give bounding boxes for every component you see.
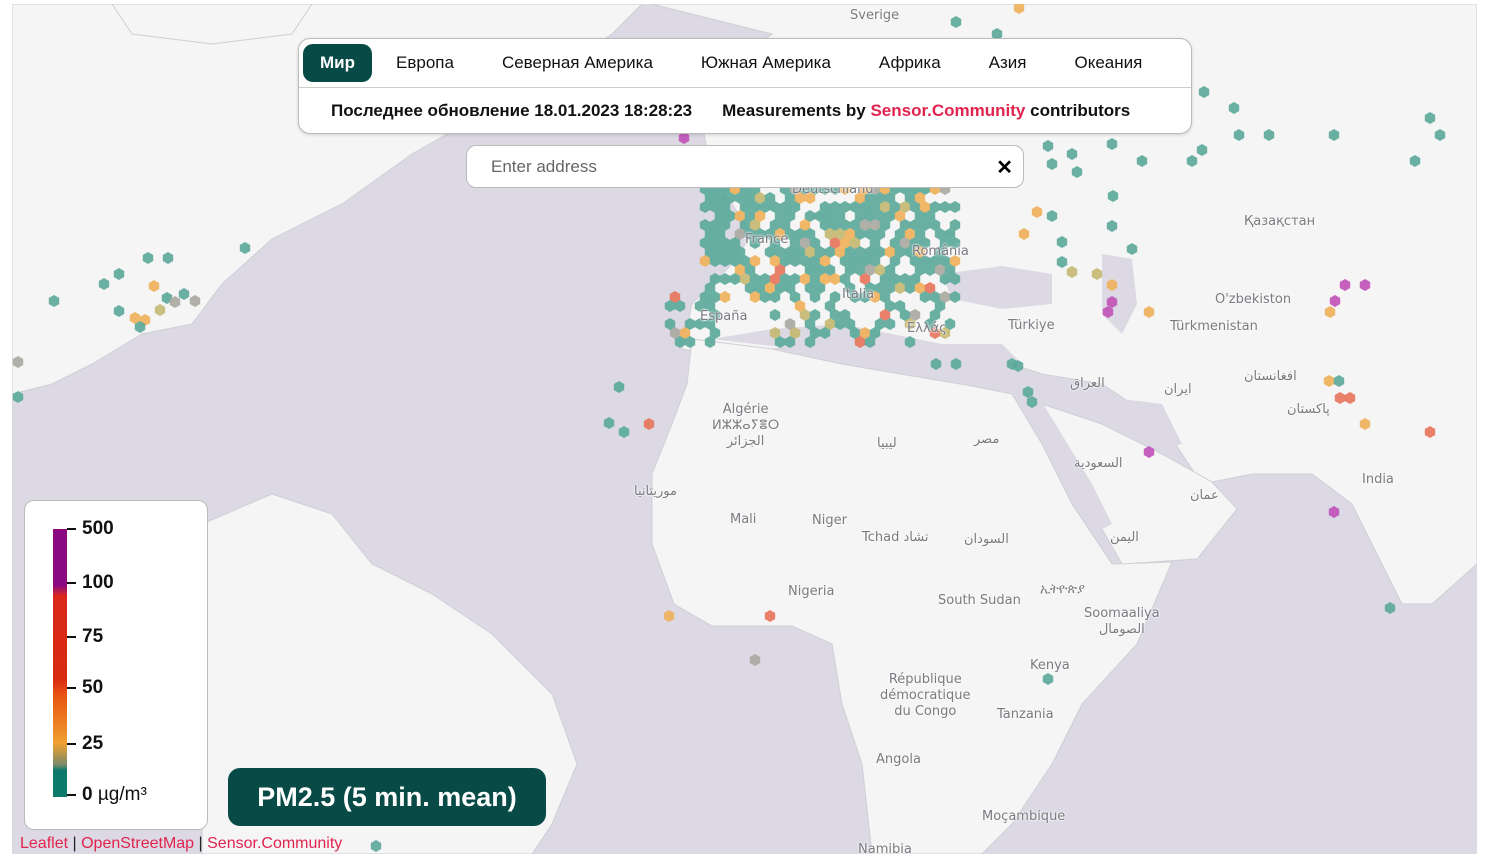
map-label: Türkiye — [1008, 318, 1055, 333]
map-label: South Sudan — [938, 593, 1021, 608]
legend-color-bar — [53, 529, 67, 797]
osm-link[interactable]: OpenStreetMap — [81, 835, 194, 852]
leaflet-link[interactable]: Leaflet — [20, 835, 68, 852]
credit-prefix: Measurements by — [722, 101, 866, 120]
map-label: Nigeria — [788, 584, 835, 599]
map-label: România — [912, 244, 969, 259]
last-update: Последнее обновление 18.01.2023 18:28:23 — [331, 101, 693, 120]
tab-asia[interactable]: Азия — [965, 44, 1051, 82]
sensor-hex[interactable] — [643, 418, 655, 430]
sensor-hex[interactable] — [603, 417, 615, 429]
map-label: ኢትዮጵያ — [1040, 582, 1085, 597]
map-label: عمان — [1190, 488, 1219, 503]
map-label: République démocratique du Congo — [880, 672, 971, 719]
separator: | — [198, 835, 203, 852]
map-label: السودان — [964, 532, 1009, 547]
sensor-community-attrib-link[interactable]: Sensor.Community — [207, 835, 342, 852]
tab-south-america[interactable]: Южная Америка — [677, 44, 855, 82]
map-label: Tanzania — [997, 707, 1054, 722]
sensor-hex[interactable] — [1328, 506, 1340, 518]
separator: | — [72, 835, 77, 852]
address-input[interactable] — [489, 156, 973, 178]
map-label: Soomaaliya الصومال — [1084, 606, 1160, 637]
map-label: Namibia — [858, 842, 912, 854]
region-panel: Мир Европа Северная Америка Южная Америк… — [298, 38, 1192, 134]
legend-tick-25: 25 — [67, 733, 103, 755]
color-legend: 500 100 75 50 25 0 µg/m³ — [24, 500, 208, 830]
close-icon[interactable]: ✕ — [996, 155, 1013, 180]
map-label: Italia — [842, 287, 875, 302]
map-label: مصر — [974, 432, 1000, 447]
credit-suffix: contributors — [1030, 101, 1131, 120]
legend-tick-50: 50 — [67, 677, 103, 699]
map-label: افغانستان — [1244, 369, 1297, 384]
sensor-hex[interactable] — [749, 654, 761, 666]
map-label: O'zbekiston — [1215, 292, 1292, 307]
tab-oceania[interactable]: Океания — [1051, 44, 1167, 82]
tab-europe[interactable]: Европа — [372, 44, 478, 82]
update-info: Последнее обновление 18.01.2023 18:28:23… — [299, 88, 1191, 133]
map-label: Ελλάς — [907, 321, 947, 336]
map-label: ایران — [1164, 382, 1192, 397]
map-label: Sverige — [850, 8, 900, 23]
map-label: Algérie ⵍⵣⵣⴰⵢⴻⵔ الجزائر — [712, 402, 780, 449]
legend-tick-75: 75 — [67, 626, 103, 648]
map-label: España — [700, 309, 748, 324]
attribution: Leaflet | OpenStreetMap | Sensor.Communi… — [20, 835, 342, 853]
map-label: Türkmenistan — [1170, 319, 1258, 334]
legend-tick-0: 0 µg/m³ — [67, 784, 147, 806]
sensor-community-link[interactable]: Sensor.Community — [870, 101, 1025, 120]
map-label: Tchad تشاد — [862, 530, 929, 545]
sensor-hex[interactable] — [613, 381, 625, 393]
map-label: Moçambique — [982, 809, 1066, 824]
measurements-credit: Measurements by Sensor.Community contrib… — [722, 88, 1130, 133]
map-label: Niger — [812, 513, 847, 528]
map-label: اليمن — [1110, 530, 1139, 545]
map-label: Қазақстан — [1244, 214, 1316, 229]
tab-africa[interactable]: Африка — [855, 44, 965, 82]
sensor-hex[interactable] — [663, 610, 675, 622]
legend-tick-100: 100 — [67, 572, 114, 594]
region-tabs: Мир Европа Северная Америка Южная Америк… — [299, 39, 1191, 88]
map-label: ليبيا — [877, 436, 897, 451]
map-label: Kenya — [1030, 658, 1070, 673]
map-label: السعودية — [1074, 456, 1123, 471]
map-label: موريتانيا — [634, 484, 677, 499]
map-label: العراق — [1070, 376, 1105, 391]
map-label: France — [745, 232, 789, 247]
map-label: Angola — [876, 752, 921, 767]
map-label: پاکستان — [1287, 402, 1330, 417]
address-search: ✕ — [466, 145, 1024, 188]
legend-tick-500: 500 — [67, 518, 114, 540]
map-label: Mali — [730, 512, 757, 527]
map-label: India — [1362, 472, 1394, 487]
sensor-hex[interactable] — [618, 426, 630, 438]
tab-north-america[interactable]: Северная Америка — [478, 44, 677, 82]
sensor-hex[interactable] — [1384, 602, 1396, 614]
tab-world[interactable]: Мир — [303, 44, 372, 82]
legend-unit: µg/m³ — [97, 784, 147, 805]
sensor-type-button[interactable]: PM2.5 (5 min. mean) — [228, 768, 546, 826]
